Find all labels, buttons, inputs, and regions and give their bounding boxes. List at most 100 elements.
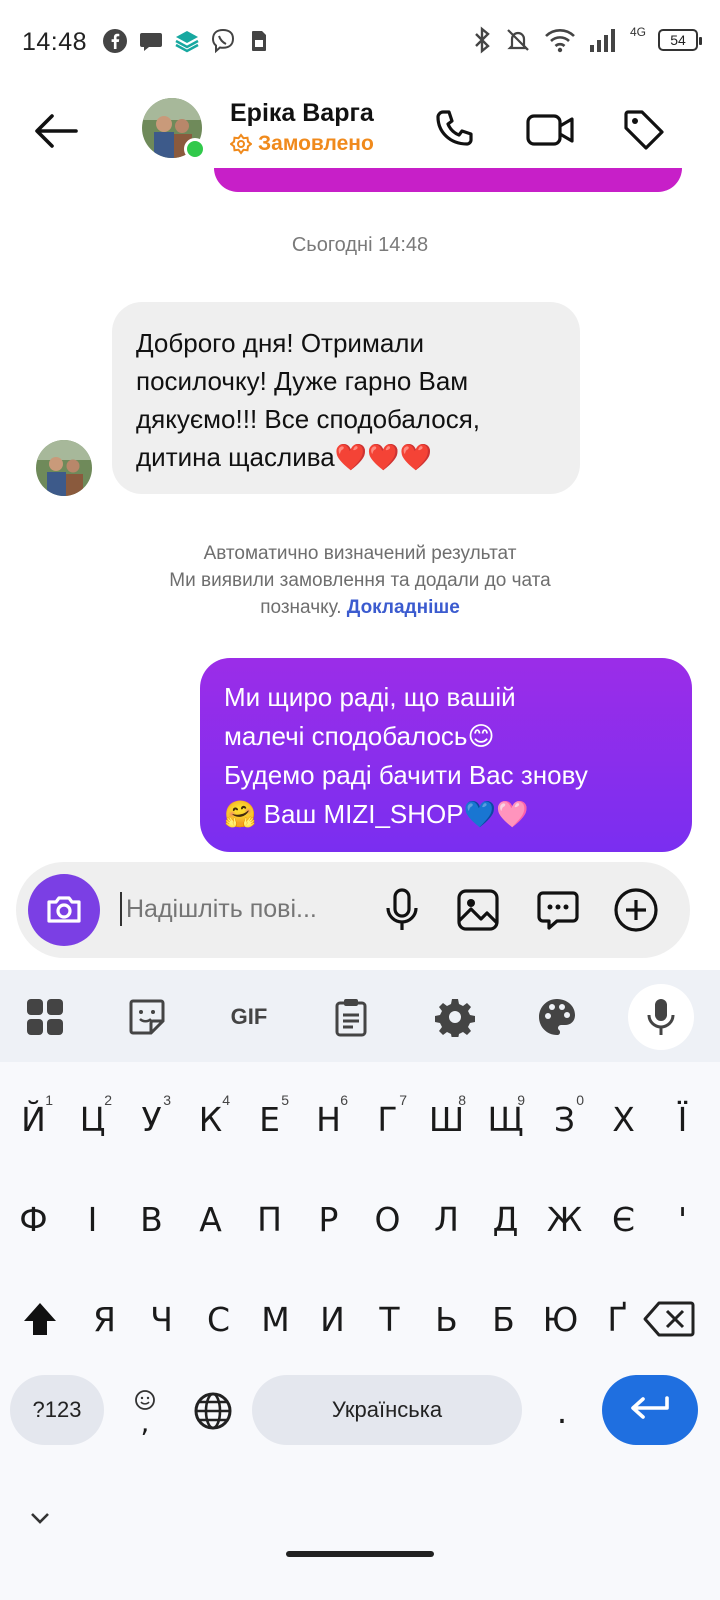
voice-typing-button[interactable] <box>628 984 694 1050</box>
contact-name[interactable]: Еріка Варга <box>230 99 374 128</box>
space-key[interactable]: Українська <box>252 1375 522 1445</box>
key[interactable]: О <box>358 1176 417 1262</box>
incoming-message[interactable]: Доброго дня! Отримали посилочку! Дуже га… <box>112 302 580 494</box>
grid-icon <box>27 999 63 1035</box>
sender-avatar[interactable] <box>36 440 92 496</box>
battery-indicator: 54 <box>658 29 702 51</box>
comma-label: , <box>140 1406 150 1439</box>
key[interactable]: Д <box>476 1176 535 1262</box>
message-input[interactable] <box>120 892 370 926</box>
voice-message-button[interactable] <box>376 884 428 936</box>
sticker-button[interactable] <box>532 884 584 936</box>
key-number-hint: 3 <box>163 1092 171 1108</box>
key[interactable]: Щ9 <box>476 1076 535 1162</box>
learn-more-link[interactable]: Докладніше <box>347 597 460 618</box>
chevron-down-icon[interactable] <box>28 1506 52 1530</box>
message-line: Будемо раді бачити Вас знову <box>224 760 588 790</box>
key[interactable]: Р <box>299 1176 358 1262</box>
key[interactable]: Г7 <box>358 1076 417 1162</box>
comma-emoji-key[interactable]: , <box>124 1368 166 1454</box>
notice-line: Ми виявили замовлення та додали до чата <box>169 570 551 591</box>
key[interactable]: Н6 <box>299 1076 358 1162</box>
status-bar: 14:48 4G 54 <box>0 0 720 86</box>
key[interactable]: П <box>240 1176 299 1262</box>
gesture-bar[interactable] <box>286 1551 434 1557</box>
key-number-hint: 0 <box>576 1092 584 1108</box>
key-letter: Й <box>21 1099 46 1139</box>
gallery-button[interactable] <box>452 884 504 936</box>
key[interactable]: Л <box>417 1176 476 1262</box>
symbols-key[interactable]: ?123 <box>10 1375 104 1445</box>
camera-button[interactable] <box>28 874 100 946</box>
outgoing-message[interactable]: Ми щиро раді, що вашій малечі сподобалос… <box>200 658 692 852</box>
bluetooth-icon <box>475 26 490 54</box>
key[interactable]: Ь <box>418 1276 475 1362</box>
more-actions-button[interactable] <box>610 884 662 936</box>
message-line: Доброго дня! Отримали <box>136 328 424 358</box>
gif-button[interactable]: GIF <box>224 992 274 1042</box>
key[interactable]: З0 <box>535 1076 594 1162</box>
message-line: посилочку! Дуже гарно Вам <box>136 366 469 396</box>
key[interactable]: А <box>181 1176 240 1262</box>
period-key[interactable]: . <box>542 1368 582 1454</box>
key[interactable]: И <box>304 1276 361 1362</box>
phone-icon <box>436 110 473 146</box>
auto-detection-notice: Автоматично визначений результат Ми вияв… <box>0 540 720 621</box>
apps-button[interactable] <box>20 992 70 1042</box>
message-line: 🤗 Ваш MIZI_SHOP💙🩷 <box>224 799 529 829</box>
microphone-icon <box>386 888 418 930</box>
sticker-keyboard-button[interactable] <box>122 992 172 1042</box>
key[interactable]: Ч <box>133 1276 190 1362</box>
key[interactable]: К4 <box>181 1076 240 1162</box>
key[interactable]: Б <box>475 1276 532 1362</box>
key-letter: Ц <box>79 1099 106 1139</box>
tag-icon <box>624 110 664 150</box>
message-composer <box>16 862 690 958</box>
back-button[interactable] <box>30 104 84 158</box>
key-number-hint: 1 <box>45 1092 53 1108</box>
key-number-hint: 4 <box>222 1092 230 1108</box>
key[interactable]: С <box>190 1276 247 1362</box>
key-number-hint: 9 <box>517 1092 525 1108</box>
call-button[interactable] <box>426 102 482 158</box>
key[interactable]: Ц2 <box>63 1076 122 1162</box>
microphone-icon <box>647 999 675 1035</box>
keyboard-settings-button[interactable] <box>430 992 480 1042</box>
key[interactable]: Е5 <box>240 1076 299 1162</box>
notice-line: Автоматично визначений результат <box>203 543 517 564</box>
key[interactable]: Т <box>361 1276 418 1362</box>
key-number-hint: 2 <box>104 1092 112 1108</box>
network-type: 4G <box>629 25 646 39</box>
palette-icon <box>539 999 575 1035</box>
key[interactable]: І <box>63 1176 122 1262</box>
key[interactable]: Я <box>76 1276 133 1362</box>
key[interactable]: Ф <box>4 1176 63 1262</box>
key[interactable]: Й1 <box>4 1076 63 1162</box>
video-call-button[interactable] <box>522 102 578 158</box>
key[interactable]: Є <box>594 1176 653 1262</box>
order-status[interactable]: Замовлено <box>230 132 374 156</box>
theme-button[interactable] <box>532 992 582 1042</box>
key[interactable]: Ш8 <box>417 1076 476 1162</box>
status-time: 14:48 <box>22 28 88 56</box>
wifi-icon <box>545 29 575 53</box>
key-letter: З <box>553 1099 576 1139</box>
key[interactable]: Ю <box>532 1276 589 1362</box>
backspace-key[interactable] <box>636 1276 702 1362</box>
key-letter: К <box>198 1099 223 1139</box>
key[interactable]: ' <box>653 1176 712 1262</box>
label-button[interactable] <box>616 102 672 158</box>
key[interactable]: У3 <box>122 1076 181 1162</box>
key[interactable]: Ї <box>653 1076 712 1162</box>
clipboard-button[interactable] <box>326 992 376 1042</box>
language-key[interactable] <box>188 1368 238 1454</box>
key-number-hint: 5 <box>281 1092 289 1108</box>
shift-key[interactable] <box>10 1276 70 1362</box>
key[interactable]: Х <box>594 1076 653 1162</box>
key[interactable]: В <box>122 1176 181 1262</box>
notice-line-with-link: позначку. Докладніше <box>0 594 720 621</box>
key[interactable]: Ж <box>535 1176 594 1262</box>
enter-key[interactable] <box>602 1375 698 1445</box>
message-line: Ми щиро раді, що вашій <box>224 682 516 712</box>
key[interactable]: М <box>247 1276 304 1362</box>
